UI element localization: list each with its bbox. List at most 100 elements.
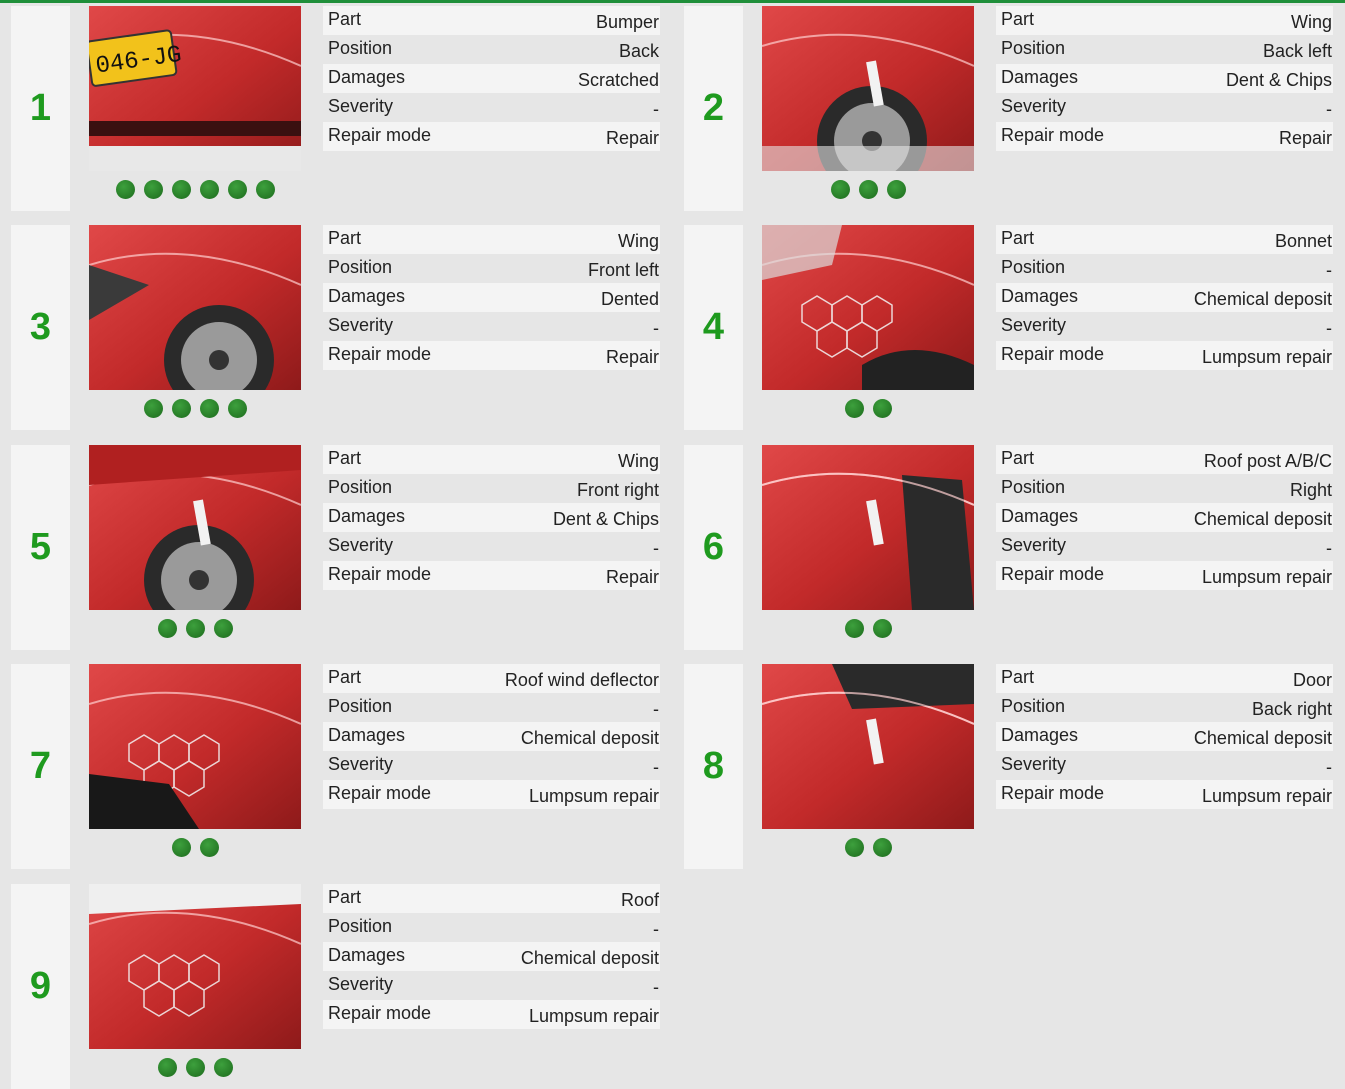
row-position: Position - — [323, 693, 660, 722]
row-repair-mode: Repair mode Lumpsum repair — [323, 780, 660, 809]
label-position: Position — [328, 257, 393, 277]
damage-photo[interactable]: 046-JG — [89, 6, 301, 171]
damage-photo[interactable] — [89, 664, 301, 829]
value-damages: Dented — [600, 289, 659, 309]
photo-dot-1[interactable] — [157, 619, 177, 638]
label-part: Part — [328, 448, 362, 468]
label-severity: Severity — [328, 96, 394, 116]
photo-dot-5[interactable] — [227, 180, 247, 199]
row-position: Position Back — [323, 35, 660, 64]
photo-dot-1[interactable] — [171, 838, 191, 857]
row-repair-mode: Repair mode Repair — [323, 561, 660, 590]
row-part: Part Wing — [996, 6, 1333, 35]
photo-dot-2[interactable] — [872, 838, 892, 857]
damage-card-8: 8 Part Door Position Back right Damages Che… — [684, 664, 1344, 869]
photo-dot-2[interactable] — [858, 180, 878, 199]
row-severity: Severity - — [996, 751, 1333, 780]
photo-dot-2[interactable] — [185, 1058, 205, 1077]
value-repair-mode: Repair — [1278, 128, 1332, 148]
value-repair-mode: Lumpsum repair — [528, 1006, 659, 1026]
row-part: Part Roof post A/B/C — [996, 445, 1333, 474]
value-part: Wing — [617, 451, 659, 471]
value-damages: Chemical deposit — [1193, 509, 1332, 529]
value-position: - — [653, 699, 659, 719]
row-repair-mode: Repair mode Repair — [996, 122, 1333, 151]
value-repair-mode: Lumpsum repair — [1201, 786, 1332, 806]
damage-number: 8 — [684, 664, 743, 869]
row-repair-mode: Repair mode Lumpsum repair — [996, 561, 1333, 590]
photo-dot-1[interactable] — [157, 1058, 177, 1077]
photo-pager — [762, 180, 974, 202]
value-damages: Dent & Chips — [1225, 70, 1332, 90]
photo-dot-3[interactable] — [886, 180, 906, 199]
photo-dot-2[interactable] — [872, 619, 892, 638]
row-damages: Damages Chemical deposit — [323, 942, 660, 971]
label-part: Part — [328, 667, 362, 687]
row-damages: Damages Chemical deposit — [323, 722, 660, 751]
row-position: Position - — [996, 254, 1333, 283]
car-photo-image — [89, 225, 301, 390]
damage-number: 5 — [11, 445, 70, 650]
photo-dot-4[interactable] — [227, 399, 247, 418]
photo-dot-2[interactable] — [872, 399, 892, 418]
label-part: Part — [1001, 9, 1035, 29]
label-repair-mode: Repair mode — [328, 125, 432, 145]
value-part: Bumper — [595, 12, 659, 32]
damage-photo[interactable] — [762, 664, 974, 829]
row-severity: Severity - — [323, 532, 660, 561]
photo-dot-3[interactable] — [213, 619, 233, 638]
photo-dot-1[interactable] — [115, 180, 135, 199]
value-severity: - — [653, 538, 659, 558]
label-repair-mode: Repair mode — [1001, 125, 1105, 145]
car-photo-image — [762, 664, 974, 829]
photo-dot-3[interactable] — [213, 1058, 233, 1077]
value-damages: Chemical deposit — [520, 728, 659, 748]
label-severity: Severity — [328, 974, 394, 994]
label-repair-mode: Repair mode — [1001, 344, 1105, 364]
car-photo-image — [89, 664, 301, 829]
row-part: Part Bumper — [323, 6, 660, 35]
photo-dot-6[interactable] — [255, 180, 275, 199]
damage-card-6: 6 Part Roof post A/B/C Position Right Dama… — [684, 445, 1344, 650]
value-severity: - — [653, 318, 659, 338]
damage-card-9: 9 Part Roof Position - Damages Chemical dep… — [11, 884, 671, 1089]
damage-photo[interactable] — [762, 225, 974, 390]
photo-dot-1[interactable] — [143, 399, 163, 418]
damage-details-table: Part Roof wind deflector Position - Damage… — [323, 664, 660, 809]
photo-dot-1[interactable] — [830, 180, 850, 199]
photo-dot-3[interactable] — [199, 399, 219, 418]
damage-photo[interactable] — [89, 884, 301, 1049]
label-severity: Severity — [328, 754, 394, 774]
value-part: Roof post A/B/C — [1203, 451, 1332, 471]
photo-dot-1[interactable] — [844, 619, 864, 638]
value-part: Wing — [1290, 12, 1332, 32]
row-damages: Damages Dent & Chips — [996, 64, 1333, 93]
label-position: Position — [328, 916, 393, 936]
car-photo-image — [89, 445, 301, 610]
label-position: Position — [1001, 477, 1066, 497]
damage-photo[interactable] — [89, 445, 301, 610]
row-part: Part Roof — [323, 884, 660, 913]
value-damages: Chemical deposit — [1193, 289, 1332, 309]
photo-dot-3[interactable] — [171, 180, 191, 199]
label-severity: Severity — [1001, 96, 1067, 116]
photo-dot-2[interactable] — [199, 838, 219, 857]
damage-number: 2 — [684, 6, 743, 211]
photo-pager — [89, 399, 301, 421]
value-position: Front right — [576, 480, 659, 500]
photo-dot-1[interactable] — [844, 838, 864, 857]
damage-photo[interactable] — [762, 6, 974, 171]
value-severity: - — [1326, 757, 1332, 777]
damage-photo[interactable] — [89, 225, 301, 390]
label-repair-mode: Repair mode — [1001, 783, 1105, 803]
photo-dot-2[interactable] — [171, 399, 191, 418]
damage-photo[interactable] — [762, 445, 974, 610]
row-damages: Damages Chemical deposit — [996, 722, 1333, 751]
photo-dot-2[interactable] — [143, 180, 163, 199]
photo-dot-1[interactable] — [844, 399, 864, 418]
photo-dot-4[interactable] — [199, 180, 219, 199]
row-severity: Severity - — [323, 751, 660, 780]
row-repair-mode: Repair mode Repair — [323, 341, 660, 370]
photo-dot-2[interactable] — [185, 619, 205, 638]
row-severity: Severity - — [996, 532, 1333, 561]
